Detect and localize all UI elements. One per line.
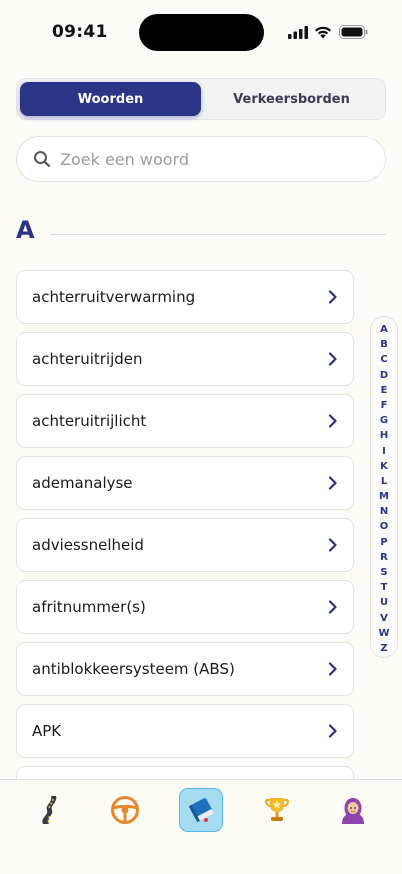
search-bar[interactable]	[16, 136, 386, 182]
list-item[interactable]: achteruitrijden	[16, 332, 354, 386]
alpha-index-letter[interactable]: U	[380, 595, 388, 610]
list-item-label: achterruitverwarming	[32, 288, 196, 306]
alpha-index-letter[interactable]: W	[378, 626, 389, 641]
alpha-index-letter[interactable]: F	[381, 398, 388, 413]
tab-profile[interactable]	[331, 788, 375, 832]
chevron-right-icon	[328, 352, 337, 366]
alpha-index-letter[interactable]: L	[381, 474, 387, 489]
tab-road[interactable]	[27, 788, 71, 832]
list-item-label: achteruitrijlicht	[32, 412, 147, 430]
alpha-index-letter[interactable]: D	[380, 368, 388, 383]
tab-steering[interactable]	[103, 788, 147, 832]
alpha-index-letter[interactable]: K	[380, 459, 388, 474]
chevron-right-icon	[328, 600, 337, 614]
alpha-index-letter[interactable]: Z	[380, 641, 387, 656]
list-item[interactable]: ademanalyse	[16, 456, 354, 510]
list-item-label: afritnummer(s)	[32, 598, 146, 616]
tab-woordenboek[interactable]	[179, 788, 223, 832]
list-item[interactable]: achterruitverwarming	[16, 270, 354, 324]
list-item-label: achteruitrijden	[32, 350, 143, 368]
section-divider	[50, 234, 386, 235]
alpha-index-letter[interactable]: T	[381, 580, 388, 595]
search-input[interactable]	[60, 149, 360, 169]
alpha-index-letter[interactable]: G	[380, 413, 388, 428]
chevron-right-icon	[328, 724, 337, 738]
bottom-tab-bar	[0, 779, 402, 874]
alpha-index-letter[interactable]: M	[379, 489, 389, 504]
avatar-icon	[342, 798, 364, 824]
list-item-label: APK	[32, 722, 62, 740]
wifi-icon	[315, 26, 331, 39]
chevron-right-icon	[328, 662, 337, 676]
alpha-index-letter[interactable]: R	[380, 550, 388, 565]
alpha-index-letter[interactable]: E	[381, 383, 388, 398]
segment-verkeersborden[interactable]: Verkeersborden	[201, 82, 382, 116]
list-item[interactable]: APK	[16, 704, 354, 758]
steering-wheel-icon	[111, 796, 139, 824]
section-letter: A	[16, 216, 35, 244]
segment-woorden[interactable]: Woorden	[20, 82, 201, 116]
chevron-right-icon	[328, 538, 337, 552]
list-item[interactable]: achteruitrijlicht	[16, 394, 354, 448]
battery-icon	[339, 25, 368, 39]
tab-trophy[interactable]	[255, 788, 299, 832]
trophy-icon	[264, 798, 290, 821]
list-item[interactable]: adviessnelheid	[16, 518, 354, 572]
dynamic-island	[139, 14, 264, 51]
alpha-index-letter[interactable]: P	[380, 535, 387, 550]
list-item-label: antiblokkeersysteem (ABS)	[32, 660, 235, 678]
alpha-index-letter[interactable]: N	[380, 504, 388, 519]
alpha-index-letter[interactable]: V	[380, 611, 388, 626]
chevron-right-icon	[328, 414, 337, 428]
segmented-control: Woorden Verkeersborden	[16, 78, 386, 120]
word-list: achterruitverwarming achteruitrijden ach…	[16, 270, 354, 828]
status-time: 09:41	[52, 22, 108, 42]
book-icon	[188, 798, 214, 823]
alpha-index-letter[interactable]: B	[380, 337, 388, 352]
search-icon	[34, 151, 51, 168]
alphabet-index[interactable]: A B C D E F G H I K L M N O P R S T U V …	[370, 316, 398, 658]
alpha-index-letter[interactable]: O	[380, 519, 389, 534]
list-item[interactable]: afritnummer(s)	[16, 580, 354, 634]
woordenlijst-screen: 09:41 Woorden Verkeersborden Zoek een wo…	[0, 0, 402, 874]
list-item-label: adviessnelheid	[32, 536, 144, 554]
alpha-index-letter[interactable]: A	[380, 322, 388, 337]
alpha-index-letter[interactable]: I	[382, 444, 386, 459]
road-icon	[42, 796, 57, 824]
alpha-index-letter[interactable]: H	[380, 428, 388, 443]
chevron-right-icon	[328, 290, 337, 304]
alpha-index-letter[interactable]: S	[380, 565, 387, 580]
signal-icon	[288, 26, 308, 39]
chevron-right-icon	[328, 476, 337, 490]
list-item[interactable]: antiblokkeersysteem (ABS)	[16, 642, 354, 696]
alpha-index-letter[interactable]: C	[380, 352, 387, 367]
list-item-label: ademanalyse	[32, 474, 133, 492]
status-bar: 09:41	[0, 0, 402, 60]
